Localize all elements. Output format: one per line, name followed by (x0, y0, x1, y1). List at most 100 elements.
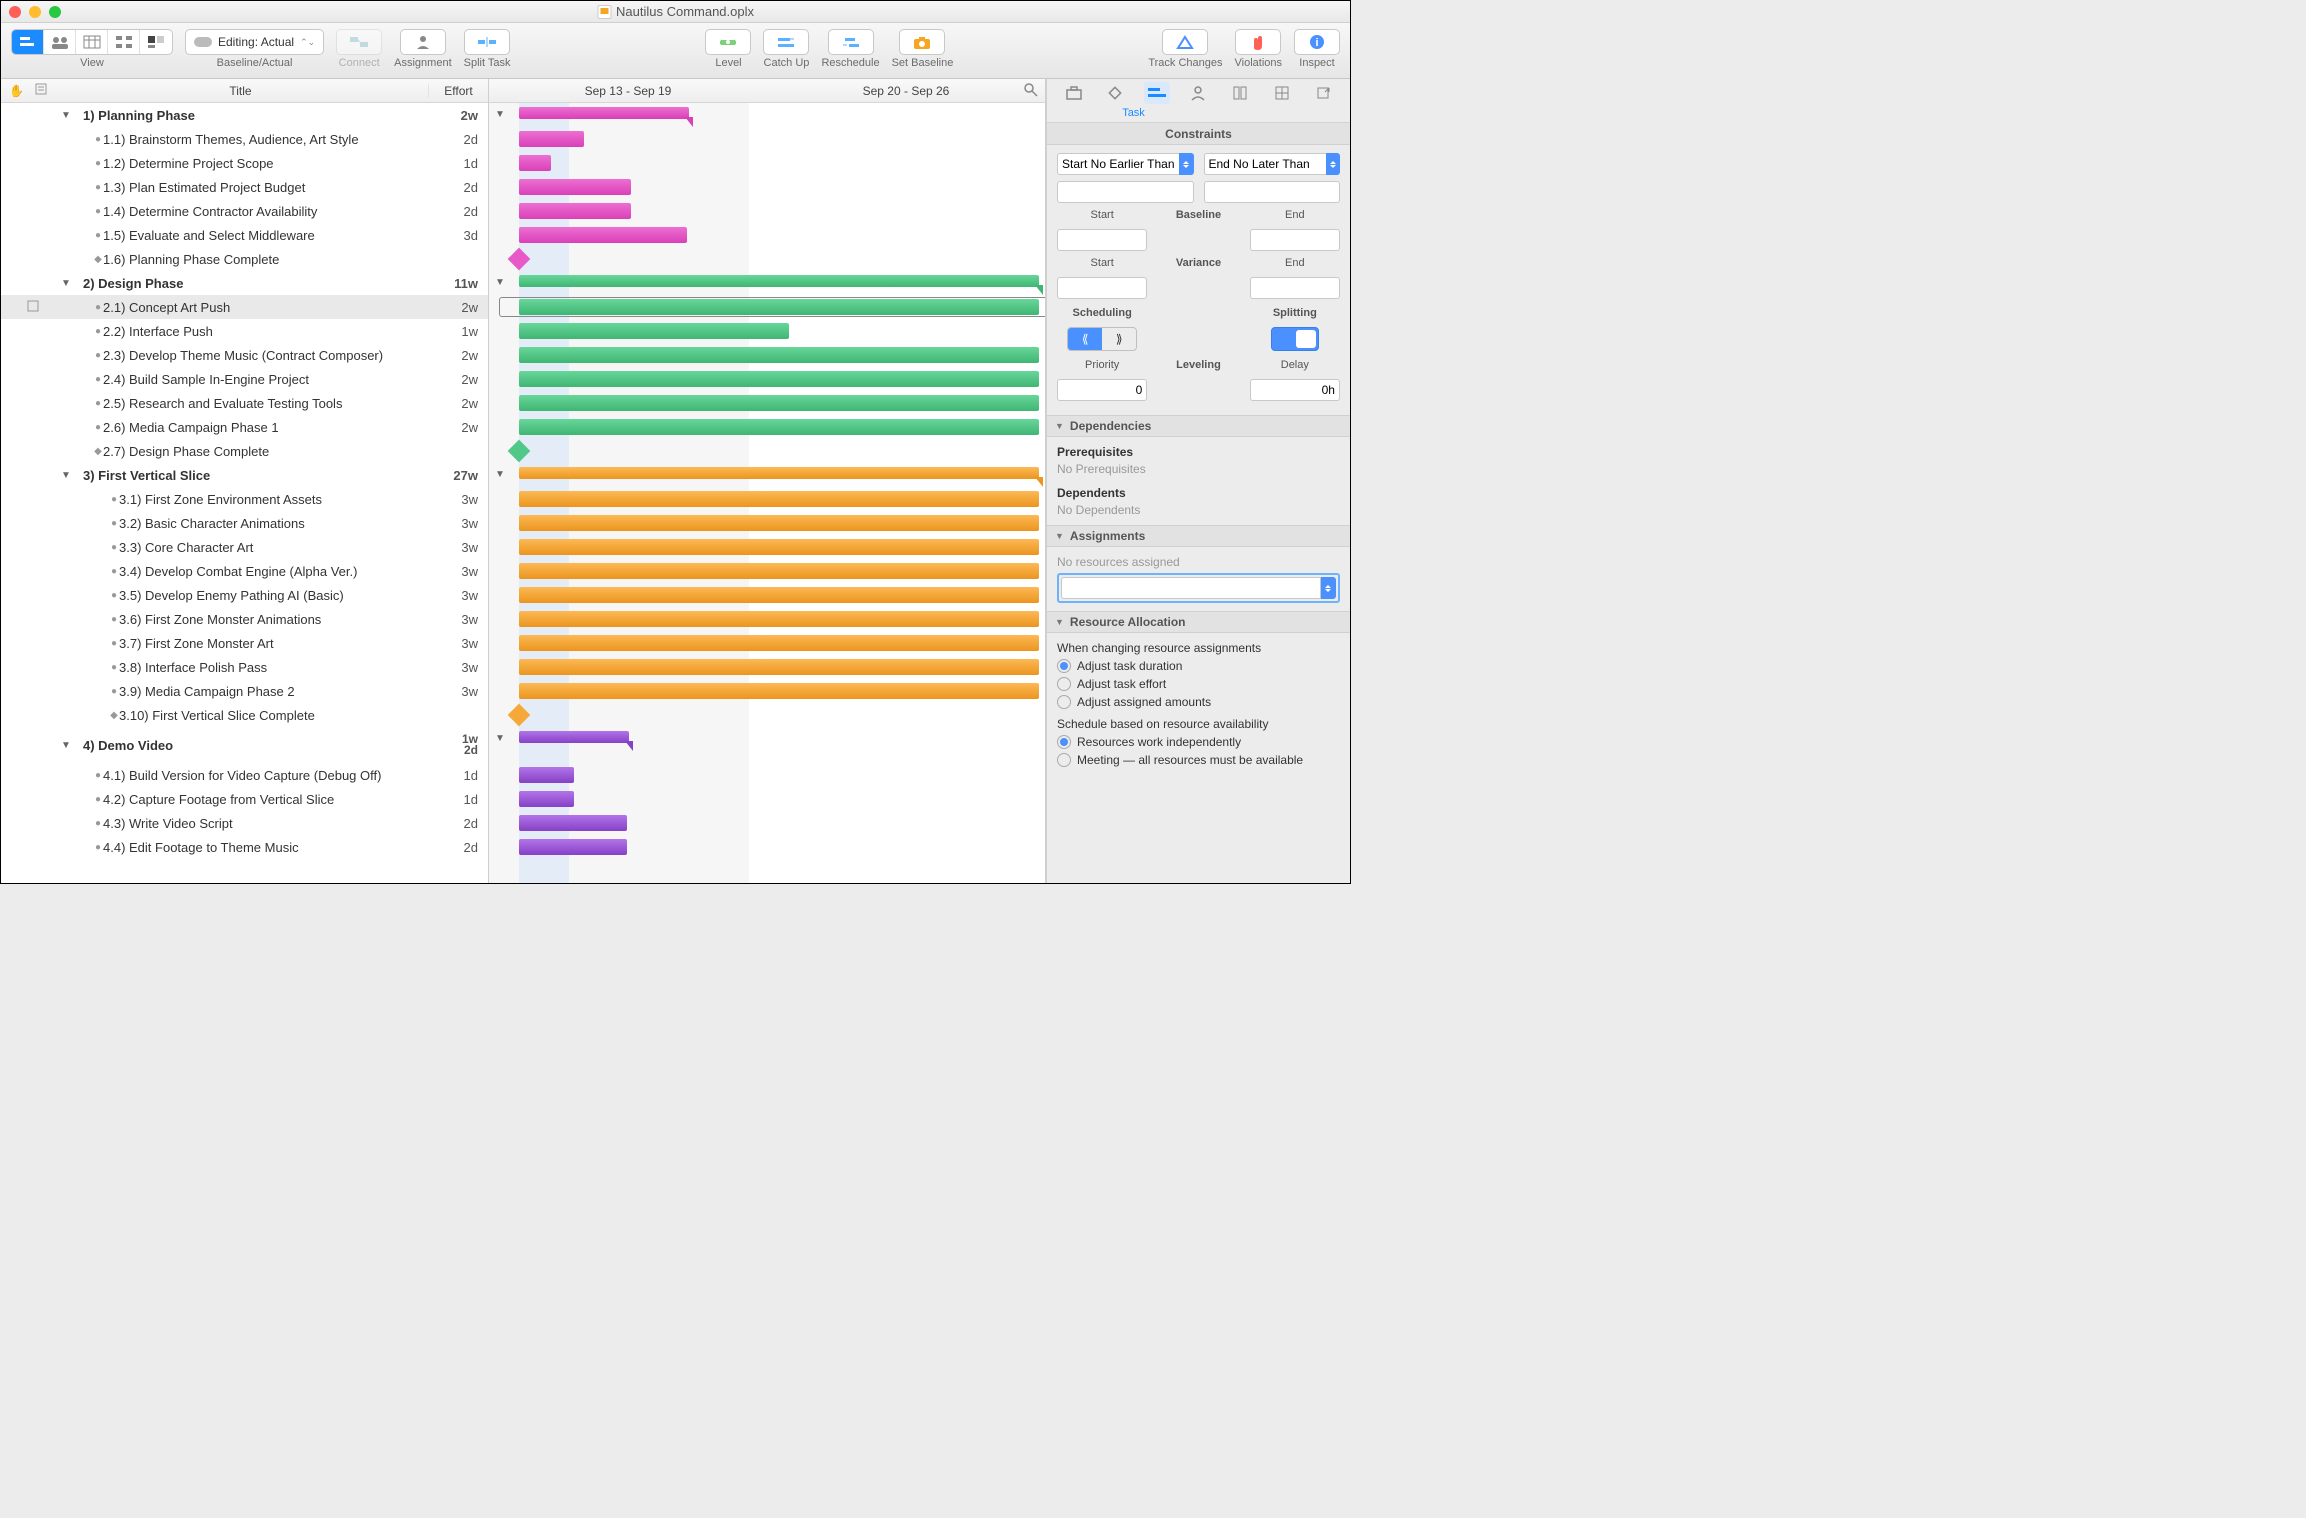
task-bar[interactable] (519, 323, 789, 339)
outline-row[interactable]: ●3.8) Interface Polish Pass3w (1, 655, 488, 679)
minimize-window-button[interactable] (29, 6, 41, 18)
dependencies-header[interactable]: ▼Dependencies (1047, 415, 1350, 437)
inspector-tab-export[interactable] (1310, 82, 1336, 104)
disclosure-triangle-icon[interactable]: ▼ (61, 740, 73, 751)
meeting-radio[interactable]: Meeting — all resources must be availabl… (1057, 753, 1340, 767)
reschedule-button[interactable] (828, 29, 874, 55)
outline-row[interactable]: ●1.4) Determine Contractor Availability2… (1, 199, 488, 223)
outline-row[interactable]: ●3.9) Media Campaign Phase 23w (1, 679, 488, 703)
network-view-button[interactable] (108, 29, 140, 55)
outline-row[interactable]: ●3.2) Basic Character Animations3w (1, 511, 488, 535)
split-task-button[interactable] (464, 29, 510, 55)
resources-independent-radio[interactable]: Resources work independently (1057, 735, 1340, 749)
gantt-row[interactable] (489, 559, 1045, 583)
adjust-effort-radio[interactable]: Adjust task effort (1057, 677, 1340, 691)
adjust-duration-radio[interactable]: Adjust task duration (1057, 659, 1340, 673)
set-baseline-button[interactable] (899, 29, 945, 55)
outline-row[interactable]: ●3.7) First Zone Monster Art3w (1, 631, 488, 655)
gantt-row[interactable] (489, 391, 1045, 415)
effort-column-header[interactable]: Effort (428, 84, 488, 98)
outline-row[interactable]: ●1.1) Brainstorm Themes, Audience, Art S… (1, 127, 488, 151)
task-bar[interactable] (519, 395, 1039, 411)
gantt-row[interactable] (489, 607, 1045, 631)
gantt-row[interactable] (489, 655, 1045, 679)
inspector-tab-milestone[interactable] (1102, 82, 1128, 104)
task-bar[interactable] (519, 515, 1039, 531)
task-bar[interactable] (519, 347, 1039, 363)
baseline-actual-dropdown[interactable]: Editing: Actual ⌃⌄ (185, 29, 324, 55)
summary-bar[interactable] (519, 107, 689, 119)
calendar-view-button[interactable] (76, 29, 108, 55)
violations-button[interactable] (1235, 29, 1281, 55)
variance-end-field[interactable] (1250, 277, 1340, 299)
end-constraint-select[interactable]: End No Later Than (1204, 153, 1341, 175)
milestone-diamond[interactable] (508, 248, 531, 271)
week-header-2[interactable]: Sep 20 - Sep 26 (767, 84, 1045, 98)
task-bar[interactable] (519, 227, 687, 243)
task-bar[interactable] (519, 491, 1039, 507)
outline-rows[interactable]: ▼1) Planning Phase2w●1.1) Brainstorm The… (1, 103, 488, 883)
gantt-view-button[interactable] (12, 29, 44, 55)
gantt-row[interactable] (489, 295, 1045, 319)
gantt-row[interactable] (489, 763, 1045, 787)
gantt-row[interactable] (489, 343, 1045, 367)
gantt-row[interactable] (489, 751, 1045, 763)
task-bar[interactable] (519, 635, 1039, 651)
hand-column-header[interactable]: ✋ (1, 84, 27, 98)
task-bar[interactable] (519, 839, 627, 855)
gantt-row[interactable]: ▼ (489, 103, 1045, 127)
schedule-asap-button[interactable]: ⟪ (1068, 328, 1102, 350)
outline-row[interactable]: ◆2.7) Design Phase Complete (1, 439, 488, 463)
gantt-collapse-icon[interactable]: ▼ (495, 277, 505, 288)
title-column-header[interactable]: Title (53, 84, 428, 98)
gantt-row[interactable] (489, 199, 1045, 223)
baseline-start-field[interactable] (1057, 229, 1147, 251)
gantt-row[interactable] (489, 535, 1045, 559)
outline-row[interactable]: ●4.1) Build Version for Video Capture (D… (1, 763, 488, 787)
assignments-header[interactable]: ▼Assignments (1047, 525, 1350, 547)
close-window-button[interactable] (9, 6, 21, 18)
gantt-row[interactable] (489, 223, 1045, 247)
gantt-row[interactable] (489, 811, 1045, 835)
outline-row[interactable]: ●3.5) Develop Enemy Pathing AI (Basic)3w (1, 583, 488, 607)
task-bar[interactable] (519, 563, 1039, 579)
styles-view-button[interactable] (140, 29, 172, 55)
gantt-row[interactable] (489, 319, 1045, 343)
outline-row[interactable]: ●3.3) Core Character Art3w (1, 535, 488, 559)
gantt-row[interactable] (489, 511, 1045, 535)
gantt-row[interactable] (489, 247, 1045, 271)
gantt-body[interactable]: ▼▼▼▼ (489, 103, 1045, 883)
outline-row[interactable]: ◆1.6) Planning Phase Complete (1, 247, 488, 271)
start-constraint-date[interactable] (1057, 181, 1194, 203)
gantt-row[interactable] (489, 835, 1045, 859)
task-bar[interactable] (519, 419, 1039, 435)
task-bar[interactable] (519, 179, 631, 195)
priority-field[interactable] (1057, 379, 1147, 401)
resource-allocation-header[interactable]: ▼Resource Allocation (1047, 611, 1350, 633)
gantt-row[interactable] (489, 127, 1045, 151)
summary-bar[interactable] (519, 275, 1039, 287)
gantt-row[interactable] (489, 787, 1045, 811)
catchup-button[interactable] (763, 29, 809, 55)
outline-row[interactable]: ●2.2) Interface Push1w (1, 319, 488, 343)
gantt-row[interactable] (489, 415, 1045, 439)
gantt-row[interactable] (489, 631, 1045, 655)
variance-start-field[interactable] (1057, 277, 1147, 299)
disclosure-triangle-icon[interactable]: ▼ (61, 278, 73, 289)
start-constraint-select[interactable]: Start No Earlier Than (1057, 153, 1194, 175)
outline-row[interactable]: ●3.6) First Zone Monster Animations3w (1, 607, 488, 631)
milestone-diamond[interactable] (508, 440, 531, 463)
outline-row[interactable]: ●2.6) Media Campaign Phase 12w (1, 415, 488, 439)
gantt-row[interactable] (489, 175, 1045, 199)
outline-row[interactable]: ▼4) Demo Video1w2d (1, 727, 488, 763)
scheduling-segmented[interactable]: ⟪ ⟫ (1067, 327, 1137, 351)
outline-row[interactable]: ▼3) First Vertical Slice27w (1, 463, 488, 487)
disclosure-triangle-icon[interactable]: ▼ (61, 110, 73, 121)
gantt-collapse-icon[interactable]: ▼ (495, 109, 505, 120)
task-bar[interactable] (519, 683, 1039, 699)
outline-row[interactable]: ▼2) Design Phase11w (1, 271, 488, 295)
gantt-row[interactable] (489, 439, 1045, 463)
task-bar[interactable] (519, 371, 1039, 387)
track-changes-button[interactable] (1162, 29, 1208, 55)
outline-row[interactable]: ●2.1) Concept Art Push2w (1, 295, 488, 319)
